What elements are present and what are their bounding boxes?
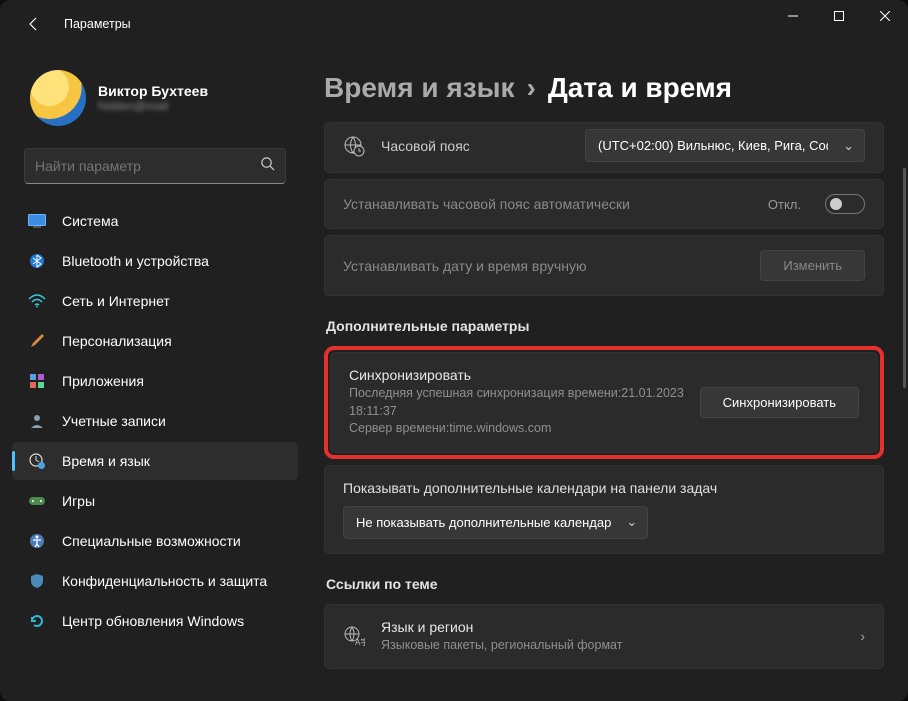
- nav: Система Bluetooth и устройства Сеть и Ин…: [12, 202, 298, 640]
- manual-datetime-row: Устанавливать дату и время вручную Измен…: [324, 235, 884, 296]
- chevron-down-icon: ⌄: [626, 514, 637, 530]
- language-region-row[interactable]: A字 Язык и регион Языковые пакеты, регион…: [324, 604, 884, 670]
- nav-label: Центр обновления Windows: [62, 613, 244, 629]
- wifi-icon: [28, 292, 46, 310]
- globe-text-icon: A字: [343, 625, 367, 647]
- search-input[interactable]: [35, 158, 260, 174]
- scrollbar[interactable]: [903, 168, 906, 388]
- calendars-value: Не показывать дополнительные календар: [356, 515, 611, 530]
- nav-network[interactable]: Сеть и Интернет: [12, 282, 298, 320]
- auto-timezone-row: Устанавливать часовой пояс автоматически…: [324, 179, 884, 229]
- timezone-value: (UTC+02:00) Вильнюс, Киев, Рига, София, …: [598, 138, 828, 153]
- nav-system[interactable]: Система: [12, 202, 298, 240]
- chevron-right-icon: ›: [527, 72, 536, 104]
- nav-label: Время и язык: [62, 453, 150, 469]
- sync-title: Синхронизировать: [349, 367, 686, 383]
- apps-icon: [28, 372, 46, 390]
- breadcrumb: Время и язык › Дата и время: [324, 72, 884, 104]
- main: Время и язык › Дата и время Часовой пояс…: [310, 48, 908, 701]
- section-additional: Дополнительные параметры: [326, 318, 884, 334]
- nav-windows-update[interactable]: Центр обновления Windows: [12, 602, 298, 640]
- nav-label: Специальные возможности: [62, 533, 241, 549]
- monitor-icon: [28, 212, 46, 230]
- timezone-select[interactable]: (UTC+02:00) Вильнюс, Киев, Рига, София, …: [585, 129, 865, 162]
- breadcrumb-root[interactable]: Время и язык: [324, 72, 515, 104]
- profile-name: Виктор Бухтеев: [98, 83, 208, 99]
- back-button[interactable]: [20, 10, 48, 38]
- sync-highlight: Синхронизировать Последняя успешная синх…: [324, 346, 884, 459]
- manual-label: Устанавливать дату и время вручную: [343, 258, 587, 274]
- breadcrumb-current: Дата и время: [548, 72, 732, 104]
- accessibility-icon: [28, 532, 46, 550]
- timezone-label: Часовой пояс: [381, 138, 470, 154]
- update-icon: [28, 612, 46, 630]
- profile[interactable]: Виктор Бухтеев hidden@mail: [12, 60, 298, 144]
- nav-bluetooth[interactable]: Bluetooth и устройства: [12, 242, 298, 280]
- nav-privacy[interactable]: Конфиденциальность и защита: [12, 562, 298, 600]
- nav-accessibility[interactable]: Специальные возможности: [12, 522, 298, 560]
- sync-button[interactable]: Синхронизировать: [700, 387, 859, 418]
- nav-label: Учетные записи: [62, 413, 166, 429]
- gamepad-icon: [28, 492, 46, 510]
- nav-apps[interactable]: Приложения: [12, 362, 298, 400]
- bluetooth-icon: [28, 252, 46, 270]
- calendars-row[interactable]: Показывать дополнительные календари на п…: [324, 465, 884, 554]
- profile-email: hidden@mail: [98, 99, 208, 113]
- brush-icon: [28, 332, 46, 350]
- person-icon: [28, 412, 46, 430]
- change-button[interactable]: Изменить: [760, 250, 865, 281]
- shield-icon: [28, 572, 46, 590]
- lang-region-sub: Языковые пакеты, региональный формат: [381, 637, 846, 655]
- timezone-row[interactable]: Часовой пояс (UTC+02:00) Вильнюс, Киев, …: [324, 122, 884, 173]
- lang-region-title: Язык и регион: [381, 619, 846, 635]
- search-icon: [260, 156, 275, 176]
- nav-label: Игры: [62, 493, 95, 509]
- auto-tz-label: Устанавливать часовой пояс автоматически: [343, 196, 630, 212]
- nav-label: Bluetooth и устройства: [62, 253, 209, 269]
- sidebar: Виктор Бухтеев hidden@mail Система Bluet…: [0, 48, 310, 701]
- nav-label: Персонализация: [62, 333, 172, 349]
- nav-label: Приложения: [62, 373, 144, 389]
- close-button[interactable]: [862, 0, 908, 32]
- chevron-right-icon: ›: [860, 628, 865, 644]
- toggle-state: Откл.: [768, 197, 801, 212]
- nav-label: Конфиденциальность и защита: [62, 573, 267, 589]
- sync-server: Сервер времени:time.windows.com: [349, 420, 686, 438]
- minimize-button[interactable]: [770, 0, 816, 32]
- calendars-label: Показывать дополнительные календари на п…: [343, 480, 865, 496]
- nav-personalization[interactable]: Персонализация: [12, 322, 298, 360]
- nav-label: Система: [62, 213, 118, 229]
- sync-last: Последняя успешная синхронизация времени…: [349, 385, 686, 420]
- search-box[interactable]: [24, 148, 286, 184]
- maximize-button[interactable]: [816, 0, 862, 32]
- section-related: Ссылки по теме: [326, 576, 884, 592]
- nav-accounts[interactable]: Учетные записи: [12, 402, 298, 440]
- window-title: Параметры: [64, 17, 131, 31]
- chevron-down-icon: ⌄: [843, 138, 854, 154]
- clock-globe-icon: [28, 452, 46, 470]
- globe-clock-icon: [343, 135, 367, 157]
- sync-row: Синхронизировать Последняя успешная синх…: [330, 352, 878, 453]
- titlebar: Параметры: [0, 0, 908, 48]
- nav-label: Сеть и Интернет: [62, 293, 170, 309]
- avatar: [30, 70, 86, 126]
- svg-text:A字: A字: [355, 637, 365, 647]
- calendars-select[interactable]: Не показывать дополнительные календар ⌄: [343, 506, 648, 539]
- nav-gaming[interactable]: Игры: [12, 482, 298, 520]
- auto-tz-toggle[interactable]: [825, 194, 865, 214]
- nav-time-language[interactable]: Время и язык: [12, 442, 298, 480]
